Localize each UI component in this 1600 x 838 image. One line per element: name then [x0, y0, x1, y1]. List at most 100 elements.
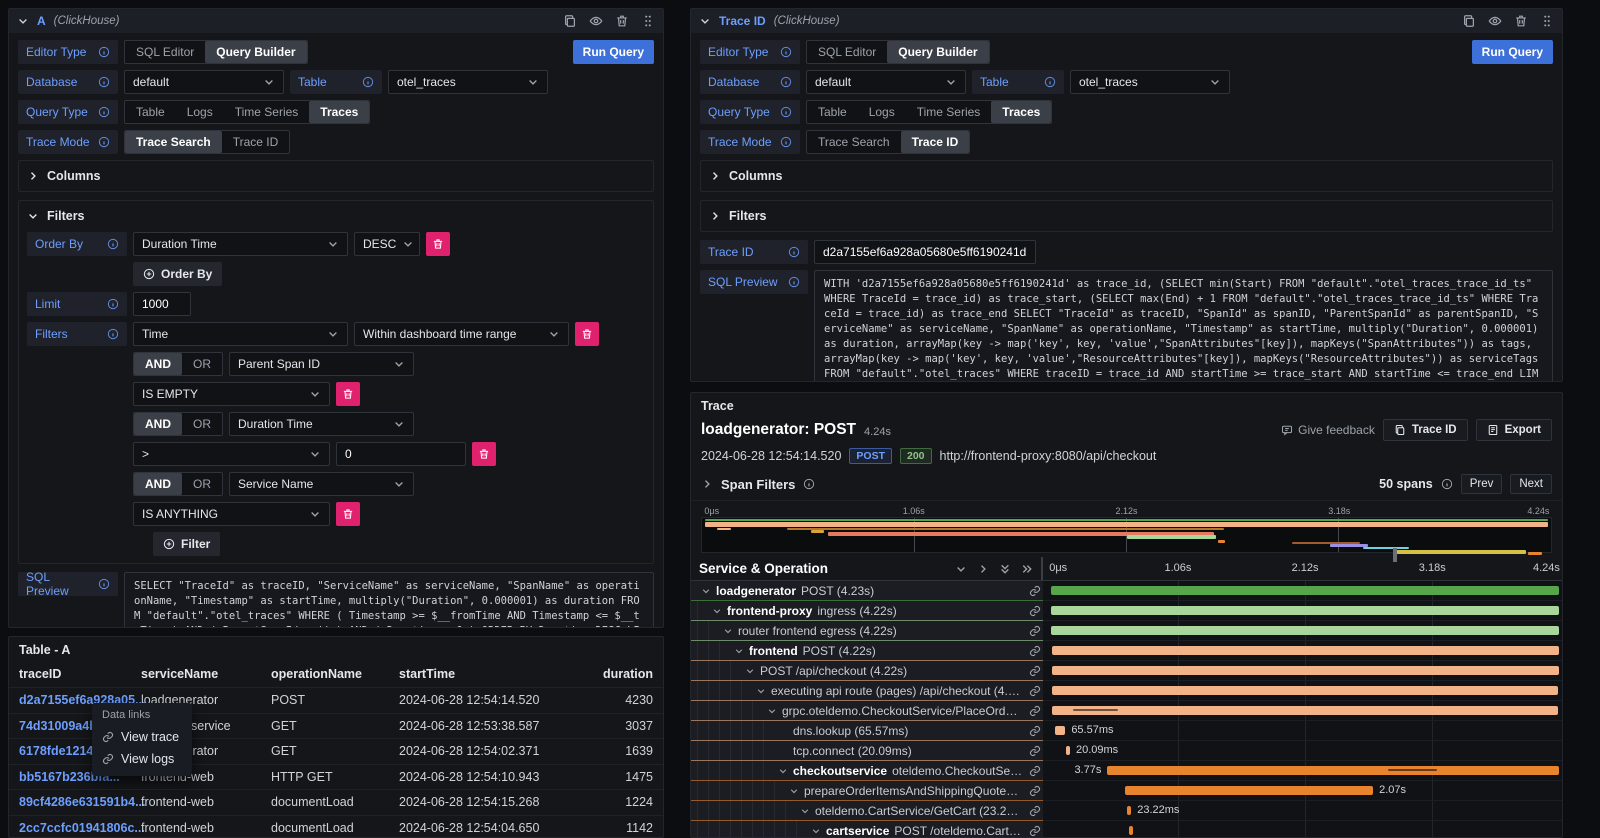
span-link-icon[interactable] [1029, 725, 1041, 737]
trace-id-link[interactable]: 2cc7ccfc01941806c... [19, 821, 141, 835]
span-filters-label[interactable]: Span Filters [721, 477, 795, 492]
option-time-series[interactable]: Time Series [224, 101, 310, 123]
span-row-timeline[interactable] [1043, 601, 1562, 621]
chevron-right-icon[interactable] [701, 478, 713, 490]
option-query-builder[interactable]: Query Builder [205, 41, 306, 63]
span-bar[interactable] [1052, 686, 1558, 695]
span-row-timeline[interactable] [1043, 661, 1562, 681]
option-or[interactable]: OR [182, 413, 222, 435]
span-row-name[interactable]: loadgeneratorPOST (4.23s) [691, 581, 1043, 601]
option-traces[interactable]: Traces [991, 101, 1051, 123]
option-time-series[interactable]: Time Series [906, 101, 992, 123]
export-button[interactable]: Export [1476, 419, 1552, 441]
span-row-timeline[interactable]: 2.07s [1043, 781, 1562, 801]
span-link-icon[interactable] [1029, 685, 1041, 697]
option-table[interactable]: Table [125, 101, 176, 123]
filter-field-select[interactable]: Time [133, 322, 348, 346]
filter-value-select[interactable]: Within dashboard time range [354, 322, 569, 346]
span-row-timeline[interactable] [1043, 681, 1562, 701]
span-row-timeline[interactable] [1043, 641, 1562, 661]
duplicate-query-icon[interactable] [1462, 14, 1476, 28]
option-logs[interactable]: Logs [858, 101, 906, 123]
option-trace-id[interactable]: Trace ID [901, 131, 970, 153]
span-link-icon[interactable] [1029, 805, 1041, 817]
filter-value-input[interactable] [336, 442, 466, 466]
span-link-icon[interactable] [1029, 605, 1041, 617]
column-header-duration[interactable]: duration [569, 667, 653, 681]
drag-handle-icon[interactable] [1540, 14, 1554, 28]
column-header-traceid[interactable]: traceID [19, 667, 141, 681]
span-row-timeline[interactable]: 3.77s [1043, 761, 1562, 781]
hide-query-icon[interactable] [589, 14, 603, 28]
database-select[interactable]: default [806, 70, 966, 94]
expand-one-icon[interactable] [977, 563, 989, 575]
option-trace-search[interactable]: Trace Search [807, 131, 901, 153]
expand-all-icon[interactable] [1021, 563, 1033, 575]
column-header-servicename[interactable]: serviceName [141, 667, 271, 681]
span-bar[interactable] [1127, 806, 1131, 815]
option-logs[interactable]: Logs [176, 101, 224, 123]
span-bar[interactable] [1052, 706, 1558, 715]
filters-section[interactable]: Filters [700, 200, 1553, 232]
database-select[interactable]: default [124, 70, 284, 94]
hide-query-icon[interactable] [1488, 14, 1502, 28]
limit-input[interactable] [133, 292, 191, 316]
span-link-icon[interactable] [1029, 705, 1041, 717]
columns-section[interactable]: Columns [700, 160, 1553, 192]
span-bar[interactable] [1051, 626, 1559, 635]
option-trace-id[interactable]: Trace ID [222, 131, 290, 153]
filter-field-select[interactable]: Service Name [229, 472, 414, 496]
filter-operator-select[interactable]: IS EMPTY [133, 382, 330, 406]
column-header-operationname[interactable]: operationName [271, 667, 399, 681]
collapse-one-icon[interactable] [955, 563, 967, 575]
span-row-name[interactable]: executing api route (pages) /api/checkou… [691, 681, 1043, 701]
option-or[interactable]: OR [182, 473, 222, 495]
span-bar[interactable] [1125, 786, 1373, 795]
trace-minimap[interactable]: 0μs1.06s2.12s3.18s4.24s [701, 506, 1552, 553]
option-sql-editor[interactable]: SQL Editor [807, 41, 887, 63]
remove-order-by-button[interactable] [426, 232, 450, 256]
remove-filter-button[interactable] [472, 442, 496, 466]
run-query-button[interactable]: Run Query [1472, 40, 1553, 64]
order-by-field-select[interactable]: Duration Time [133, 232, 348, 256]
span-row-timeline[interactable]: 20.09ms [1043, 741, 1562, 761]
option-and[interactable]: AND [134, 353, 182, 375]
span-row-name[interactable]: dns.lookup (65.57ms) [691, 721, 1043, 741]
column-header-starttime[interactable]: startTime [399, 667, 569, 681]
span-link-icon[interactable] [1029, 645, 1041, 657]
run-query-button[interactable]: Run Query [573, 40, 654, 64]
span-bar[interactable] [1052, 646, 1559, 655]
remove-filter-button[interactable] [575, 322, 599, 346]
span-row-name[interactable]: oteldemo.CartService/GetCart (23.22ms) [691, 801, 1043, 821]
prev-button[interactable]: Prev [1461, 474, 1503, 494]
trace-id-link[interactable]: 89cf4286e631591b4... [19, 795, 141, 809]
span-row-name[interactable]: tcp.connect (20.09ms) [691, 741, 1043, 761]
span-row-timeline[interactable] [1043, 581, 1562, 601]
filter-field-select[interactable]: Duration Time [229, 412, 414, 436]
span-bar[interactable] [1107, 766, 1559, 775]
add-filter-button[interactable]: Filter [153, 532, 220, 556]
span-row-name[interactable]: prepareOrderItemsAndShippingQuoteFromCar… [691, 781, 1043, 801]
order-by-direction-select[interactable]: DESC [354, 232, 420, 256]
query-header-trace-id[interactable]: Trace ID (ClickHouse) [691, 9, 1562, 33]
remove-filter-button[interactable] [336, 502, 360, 526]
trace-id-input[interactable] [814, 240, 1036, 264]
trace-id-button[interactable]: Trace ID [1383, 419, 1468, 441]
collapse-query-icon[interactable] [17, 15, 29, 27]
span-row-name[interactable]: checkoutserviceoteldemo.CheckoutService/… [691, 761, 1043, 781]
next-button[interactable]: Next [1510, 474, 1552, 494]
span-bar[interactable] [1052, 666, 1559, 675]
drag-handle-icon[interactable] [641, 14, 655, 28]
span-row-name[interactable]: POST /api/checkout (4.22s) [691, 661, 1043, 681]
span-bar[interactable] [1051, 586, 1559, 595]
columns-section[interactable]: Columns [18, 160, 654, 192]
option-traces[interactable]: Traces [309, 101, 369, 123]
span-row-timeline[interactable]: 65.57ms [1043, 721, 1562, 741]
column-resize-handle[interactable] [1393, 548, 1397, 562]
span-link-icon[interactable] [1029, 665, 1041, 677]
delete-query-icon[interactable] [1514, 14, 1528, 28]
table-select[interactable]: otel_traces [1070, 70, 1230, 94]
option-and[interactable]: AND [134, 413, 182, 435]
span-bar[interactable] [1066, 746, 1070, 755]
option-sql-editor[interactable]: SQL Editor [125, 41, 205, 63]
